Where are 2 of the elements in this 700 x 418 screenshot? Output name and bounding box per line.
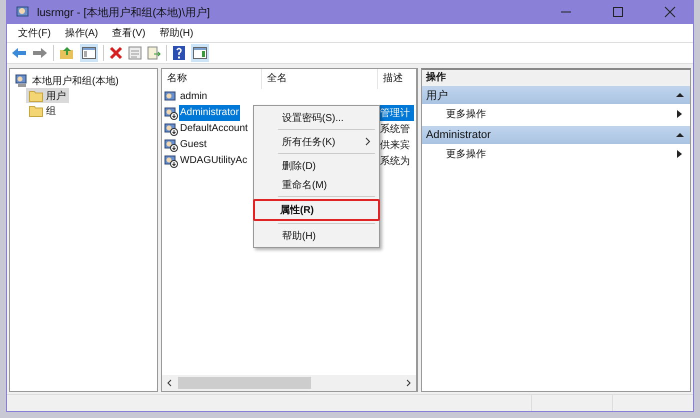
actions-title: 操作 — [422, 70, 690, 86]
window-title: lusrmgr - [本地用户和组(本地)\用户] — [37, 6, 210, 20]
